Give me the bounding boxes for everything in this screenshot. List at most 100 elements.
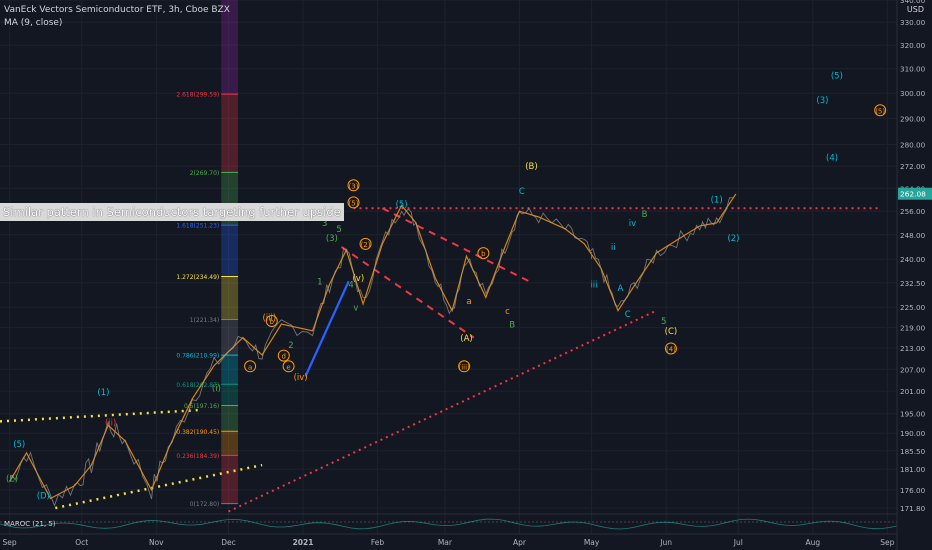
- fib-level-label: 0.786(210.99): [176, 353, 219, 360]
- wave-label: (1): [711, 196, 723, 206]
- wave-label: A: [618, 284, 624, 294]
- time-tick-label: May: [584, 538, 600, 547]
- price-tick-label: 176.00: [900, 486, 926, 495]
- price-tick-label: 219.00: [900, 323, 926, 332]
- wave-label: (4): [666, 346, 676, 354]
- wave-label: (3): [326, 234, 338, 244]
- time-tick-label: Feb: [371, 538, 385, 547]
- chart-canvas[interactable]: 0(172.80)0.236(184.39)0.382(190.45)0.5(1…: [0, 0, 932, 550]
- time-tick-label: Oct: [75, 538, 88, 547]
- wave-label: (iv): [294, 373, 308, 383]
- price-tick-label: 280.00: [900, 140, 926, 149]
- oscillator-label: MAROC (21, 5): [4, 520, 56, 528]
- wave-label: C: [519, 187, 525, 197]
- price-tick-label: 240.00: [900, 255, 926, 264]
- fib-level-label: 2(269.70): [190, 170, 220, 177]
- wave-label: (5): [349, 199, 359, 207]
- price-tick-label: 320.00: [900, 41, 926, 50]
- wave-label: v: [353, 304, 358, 314]
- price-tick-label: 171.80: [900, 504, 926, 513]
- wave-label: (3): [349, 182, 359, 190]
- wave-label: C: [625, 310, 631, 320]
- price-axis[interactable]: 340.00330.00320.00310.00300.00290.00280.…: [896, 0, 932, 550]
- currency-label: USD: [906, 5, 924, 14]
- fib-level-label: 1(221.34): [190, 317, 220, 324]
- wave-label: iv: [629, 219, 636, 229]
- price-tick-label: 225.00: [900, 303, 926, 312]
- time-tick-label: Nov: [149, 538, 164, 547]
- fib-zone: [221, 94, 239, 173]
- wave-label: (C): [665, 327, 678, 337]
- price-tick-label: 213.00: [900, 344, 926, 353]
- time-tick-label: Aug: [806, 538, 821, 547]
- fib-zone: [221, 355, 239, 385]
- wave-label: 4: [348, 281, 353, 291]
- fib-zone: [221, 225, 239, 277]
- fib-level-label: 0.236(184.39): [176, 453, 219, 460]
- wave-label: 1: [317, 277, 322, 287]
- time-tick-label: Sep: [880, 538, 894, 547]
- fib-level-label: 0.382(190.45): [176, 429, 219, 436]
- price-tick-label: 185.50: [900, 447, 926, 456]
- price-tick-label: 248.00: [900, 231, 926, 240]
- wave-label: (1): [97, 388, 109, 398]
- price-tick-label: 207.00: [900, 365, 926, 374]
- wave-label: B: [509, 320, 515, 330]
- wave-label: (2): [361, 241, 371, 249]
- time-tick-label: Mar: [438, 538, 453, 547]
- wave-label: (5): [875, 107, 885, 115]
- wave-label: b: [270, 318, 275, 326]
- wave-label: (2): [727, 234, 739, 244]
- price-tick-label: 290.00: [900, 114, 926, 123]
- fib-zone: [221, 384, 239, 406]
- fib-zone: [221, 455, 239, 504]
- price-tick-label: 181.00: [900, 465, 926, 474]
- time-tick-label: 2021: [293, 538, 314, 547]
- wave-label: (5): [396, 200, 408, 210]
- price-tick-label: 256.00: [900, 207, 926, 216]
- wave-label: (E): [6, 475, 18, 485]
- price-tick-label: 201.00: [900, 387, 926, 396]
- wave-label: (v): [352, 274, 364, 284]
- time-tick-label: Sep: [3, 538, 17, 547]
- fib-level-label: 0(172.80): [190, 501, 220, 508]
- wave-label: c: [505, 307, 510, 317]
- fib-level-label: 1.618(251.23): [176, 223, 219, 230]
- fib-zone: [221, 431, 239, 456]
- fib-level-label: 2.618(299.59): [176, 92, 219, 99]
- indicator-label[interactable]: MA (9, close): [4, 18, 62, 28]
- wave-label: (D): [37, 492, 50, 502]
- chart-title: VanEck Vectors Semiconductor ETF, 3h, Cb…: [4, 5, 230, 15]
- wave-label: a: [248, 363, 252, 371]
- wave-label: (B): [525, 162, 537, 172]
- last-price-label: 262.08: [900, 190, 926, 199]
- price-tick-label: 330.00: [900, 18, 926, 27]
- wave-label: ii: [611, 243, 616, 253]
- wave-label: (5): [831, 71, 843, 81]
- price-tick-label: 300.00: [900, 89, 926, 98]
- wave-label: (5): [13, 440, 25, 450]
- wave-label: iii: [590, 281, 597, 291]
- wave-label: B: [642, 210, 648, 220]
- time-tick-label: Apr: [513, 538, 527, 547]
- wave-label: (ii): [105, 418, 116, 428]
- fib-level-label: 1.272(234.49): [176, 274, 219, 281]
- wave-label: i: [590, 252, 592, 262]
- wave-label: d: [282, 353, 286, 361]
- time-tick-label: Jul: [733, 538, 743, 547]
- wave-label: e: [286, 363, 290, 371]
- price-tick-label: 232.50: [900, 279, 926, 288]
- time-tick-label: Dec: [221, 538, 236, 547]
- price-tick-label: 272.00: [900, 162, 926, 171]
- wave-label: (i): [212, 384, 221, 394]
- wave-label: (3): [816, 96, 828, 106]
- wave-label: b: [481, 250, 486, 258]
- time-tick-label: Jun: [659, 538, 672, 547]
- price-tick-label: 310.00: [900, 65, 926, 74]
- wave-label: (A): [460, 334, 472, 344]
- price-tick-label: 195.00: [900, 410, 926, 419]
- price-tick-label: 190.00: [900, 429, 926, 438]
- wave-label: 2: [288, 341, 293, 351]
- annotation-callout: Similar pattern in Semiconductors target…: [0, 203, 344, 221]
- wave-label: (4): [826, 154, 838, 164]
